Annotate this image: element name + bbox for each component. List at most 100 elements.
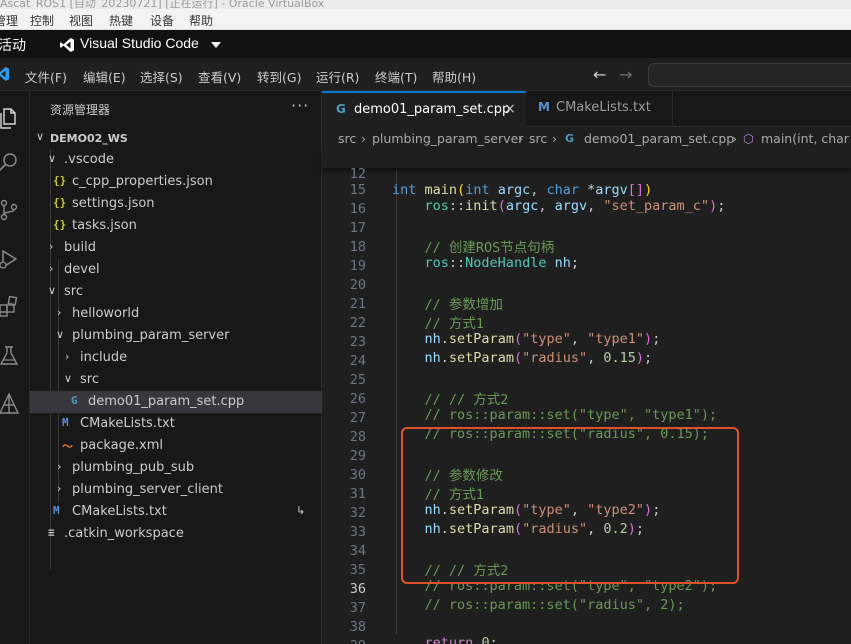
code-line: 18 ros::NodeHandle nh;: [322, 223, 851, 271]
tree-folder[interactable]: ∨ plumbing_param_server: [30, 325, 322, 347]
host-menu-item[interactable]: 设备: [150, 12, 174, 29]
host-menu-item[interactable]: 管理: [0, 12, 18, 29]
tree-folder[interactable]: ∨ .vscode: [30, 149, 322, 171]
tree-item-label: build: [64, 240, 96, 255]
code-line: 37: [322, 584, 851, 616]
tree-folder[interactable]: › plumbing_pub_sub: [30, 457, 322, 479]
source-control-icon[interactable]: [0, 197, 22, 223]
code-line: 12 int main(int argc, char *argv[]): [322, 150, 851, 198]
tree-item-label: src: [64, 284, 83, 299]
arrow-left-icon[interactable]: ←: [593, 65, 606, 84]
tree-folder[interactable]: › include: [30, 347, 322, 369]
tree-item-label: .catkin_workspace: [64, 526, 184, 541]
tree-folder[interactable]: › helloworld: [30, 303, 322, 325]
tree-file[interactable]: {} c_cpp_properties.json: [30, 171, 322, 193]
search-icon[interactable]: [0, 149, 22, 175]
menu-go[interactable]: 转到(G): [257, 67, 301, 86]
code-line: 22 nh.setParam("type", "type1");: [322, 299, 851, 347]
tree-root-folder[interactable]: ∨ DEMO02_WS: [30, 127, 322, 149]
cmake-file-icon: M: [538, 100, 550, 114]
chevron-right-icon: ›: [49, 240, 54, 253]
tree-file[interactable]: {} settings.json: [30, 193, 322, 215]
chevron-right-icon: ›: [361, 131, 366, 146]
command-center-search[interactable]: [648, 63, 851, 87]
code-editor[interactable]: 12 int main(int argc, char *argv[]) 15 r…: [322, 150, 851, 644]
tree-item-label: settings.json: [72, 196, 155, 211]
breadcrumb-item[interactable]: main(int, char *: [761, 131, 851, 146]
code-line: 25 // // 方式2: [322, 356, 851, 408]
host-menubar: 管理 控制 视图 热键 设备 帮助: [0, 9, 851, 30]
tree-file-selected[interactable]: G demo01_param_set.cpp: [30, 391, 322, 413]
menu-edit[interactable]: 编辑(E): [83, 67, 126, 86]
tree-file[interactable]: ≡ .catkin_workspace: [30, 523, 322, 545]
symbol-method-icon: ⬡: [743, 131, 754, 146]
tree-file[interactable]: {} tasks.json: [30, 215, 322, 237]
chevron-down-icon: ∨: [36, 130, 45, 143]
menu-run[interactable]: 运行(R): [316, 67, 359, 86]
tree-item-label: src: [80, 372, 99, 387]
tree-folder[interactable]: › build: [30, 237, 322, 259]
desktop-top-bar: 活动 Visual Studio Code: [0, 30, 851, 58]
editor-tabs: G demo01_param_set.cpp × M CMakeLists.tx…: [322, 91, 851, 127]
breadcrumb-item[interactable]: src: [529, 131, 547, 146]
active-app-name[interactable]: Visual Studio Code: [80, 35, 199, 51]
code-line: 17 // 创建ROS节点句柄: [322, 204, 851, 256]
explorer-sidebar: 资源管理器 ··· ∨ DEMO02_WS ∨ .vscode {} c_cpp…: [30, 91, 322, 644]
chevron-right-icon: ›: [65, 350, 70, 363]
host-menu-item[interactable]: 热键: [109, 12, 133, 29]
tree-item-label: .vscode: [64, 152, 114, 167]
explorer-title: 资源管理器: [50, 103, 111, 117]
tree-folder[interactable]: › plumbing_server_client: [30, 479, 322, 501]
code-line: 21 // 方式1: [322, 280, 851, 332]
cpp-file-icon: G: [71, 394, 78, 407]
vscode-logo-icon: [59, 37, 75, 57]
tree-folder[interactable]: › devel: [30, 259, 322, 281]
host-menu-item[interactable]: 视图: [69, 12, 93, 29]
arrow-right-icon[interactable]: →: [619, 65, 632, 84]
breadcrumb-item[interactable]: plumbing_param_server: [372, 131, 523, 146]
explorer-files-icon[interactable]: [0, 105, 22, 131]
symlink-arrow-icon: ↳: [296, 504, 306, 517]
chevron-right-icon: ›: [49, 262, 54, 275]
tree-folder[interactable]: ∨ src: [30, 281, 322, 303]
tree-item-label: plumbing_pub_sub: [72, 460, 195, 475]
code-line: 27 // ros::param::set("radius", 0.15);: [322, 394, 851, 442]
chevron-right-icon: ›: [57, 306, 62, 319]
tree-item-label: demo01_param_set.cpp: [88, 394, 245, 409]
tab-demo01-param-set-cpp[interactable]: G demo01_param_set.cpp ×: [322, 91, 526, 127]
tree-file[interactable]: M CMakeLists.txt ↳: [30, 501, 322, 523]
tree-item-label: devel: [64, 262, 100, 277]
tree-item-label: plumbing_server_client: [72, 482, 223, 497]
activities-button[interactable]: 活动: [0, 35, 26, 55]
app-menu-caret-icon[interactable]: [211, 42, 221, 48]
menu-help[interactable]: 帮助(H): [432, 67, 476, 86]
rss-xml-file-icon: 〜: [62, 440, 73, 453]
chevron-down-icon: ∨: [64, 372, 73, 385]
tree-file[interactable]: M CMakeLists.txt: [30, 413, 322, 435]
tree-folder[interactable]: ∨ src: [30, 369, 322, 391]
menu-file[interactable]: 文件(F): [25, 67, 67, 86]
close-icon[interactable]: ×: [504, 101, 516, 117]
host-menu-item[interactable]: 帮助: [189, 12, 213, 29]
menu-view[interactable]: 查看(V): [198, 67, 241, 86]
host-menu-item[interactable]: 控制: [30, 12, 54, 29]
json-file-icon: {}: [53, 218, 67, 231]
menu-terminal[interactable]: 终端(T): [375, 67, 417, 86]
chevron-right-icon: ›: [57, 460, 62, 473]
extensions-icon[interactable]: [0, 294, 22, 320]
breadcrumb-item[interactable]: src: [338, 131, 356, 146]
tree-item-label: CMakeLists.txt: [80, 416, 175, 431]
code-line: 24: [322, 337, 851, 369]
chevron-down-icon: ∨: [48, 152, 57, 165]
tab-cmakelists-txt[interactable]: M CMakeLists.txt: [526, 91, 673, 127]
ros-extension-icon[interactable]: [0, 391, 22, 417]
breadcrumb-item[interactable]: demo01_param_set.cpp: [584, 131, 734, 146]
code-line: 26 // ros::param::set("type", "type1");: [322, 375, 851, 423]
menu-selection[interactable]: 选择(S): [140, 67, 183, 86]
tree-file[interactable]: 〜 package.xml: [30, 435, 322, 457]
code-line: 19: [322, 242, 851, 274]
run-debug-icon[interactable]: [0, 246, 22, 272]
more-actions-icon[interactable]: ···: [291, 96, 309, 115]
sticky-scroll-header[interactable]: 12 int main(int argc, char *argv[]): [322, 150, 851, 198]
testing-flask-icon[interactable]: [0, 343, 22, 369]
